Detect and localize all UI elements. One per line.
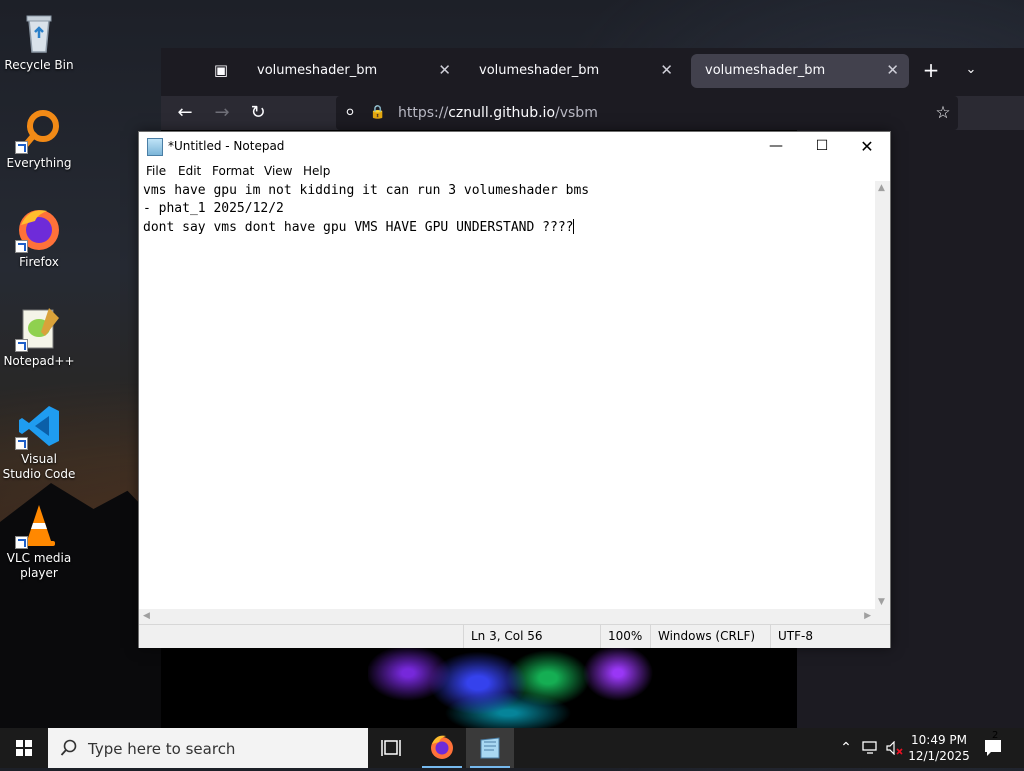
status-bar: Ln 3, Col 56 100% Windows (CRLF) UTF-8 <box>139 624 890 648</box>
title-bar[interactable]: *Untitled - Notepad — ☐ ✕ <box>139 132 890 161</box>
shortcut-arrow-icon <box>15 437 28 450</box>
shield-icon[interactable]: ⚪ <box>338 101 362 125</box>
notepad-app-icon <box>147 138 163 156</box>
task-view-button[interactable] <box>368 728 416 768</box>
firefox-icon <box>431 735 453 759</box>
search-placeholder: Type here to search <box>88 740 236 758</box>
desktop-icon-everything[interactable]: Everything <box>2 106 76 171</box>
menu-help[interactable]: Help <box>303 164 330 178</box>
start-button[interactable] <box>0 728 48 768</box>
close-tab-icon[interactable]: ✕ <box>886 61 899 79</box>
scroll-up-icon[interactable]: ▲ <box>878 183 885 193</box>
desktop-icon-notepadpp[interactable]: Notepad++ <box>2 304 76 369</box>
tab-label: volumeshader_bm <box>257 63 378 78</box>
shortcut-arrow-icon <box>15 141 28 154</box>
desktop-icon-recycle-bin[interactable]: Recycle Bin <box>2 8 76 73</box>
notification-count: 2 <box>992 730 999 741</box>
close-tab-icon[interactable]: ✕ <box>660 61 673 79</box>
menu-bar: File Edit Format View Help <box>139 161 890 181</box>
desktop-icon-vscode[interactable]: Visual Studio Code <box>2 402 76 482</box>
notification-center-button[interactable]: 2 <box>980 728 1008 768</box>
menu-file[interactable]: File <box>146 164 166 178</box>
desktop-icon-label: Notepad++ <box>3 354 75 368</box>
forward-arrow-icon[interactable]: → <box>210 101 234 125</box>
menu-view[interactable]: View <box>264 164 292 178</box>
network-icon[interactable] <box>860 728 882 768</box>
url-text[interactable]: https://cznull.github.io/vsbm <box>398 105 598 121</box>
desktop-icon-vlc[interactable]: VLC media player <box>2 501 76 581</box>
lock-icon[interactable]: 🔒 <box>366 101 390 125</box>
desktop-icon-label: Everything <box>6 156 72 170</box>
shortcut-arrow-icon <box>15 240 28 253</box>
bookmark-star-icon[interactable]: ☆ <box>931 101 955 125</box>
status-encoding: UTF-8 <box>770 625 890 648</box>
search-icon <box>60 739 77 756</box>
desktop-icon-label: VLC media player <box>6 551 72 580</box>
scroll-right-icon[interactable]: ▶ <box>864 611 871 621</box>
notepad-window: *Untitled - Notepad — ☐ ✕ File Edit Form… <box>138 131 891 648</box>
back-arrow-icon[interactable]: ← <box>173 101 197 125</box>
tab-3-active[interactable]: volumeshader_bm ✕ <box>691 54 909 88</box>
scroll-down-icon[interactable]: ▼ <box>878 597 885 607</box>
tab-label: volumeshader_bm <box>705 63 826 78</box>
shortcut-arrow-icon <box>15 339 28 352</box>
scrollbar-corner <box>875 609 890 624</box>
window-title: *Untitled - Notepad <box>168 139 285 153</box>
tab-2[interactable]: volumeshader_bm ✕ <box>465 54 683 88</box>
text-caret <box>573 219 575 234</box>
status-line-ending: Windows (CRLF) <box>650 625 770 648</box>
text-line-with-caret: dont say vms dont have gpu VMS HAVE GPU … <box>143 219 575 235</box>
new-tab-icon[interactable]: + <box>919 58 943 82</box>
task-view-icon <box>381 740 401 756</box>
scroll-left-icon[interactable]: ◀ <box>143 611 150 621</box>
vscode-icon <box>15 402 63 450</box>
taskbar-firefox[interactable] <box>418 728 466 768</box>
clock-date: 12/1/2025 <box>908 749 970 763</box>
list-tabs-chevron-icon[interactable]: ⌄ <box>959 58 983 82</box>
volume-muted-icon[interactable] <box>884 728 906 768</box>
taskbar-clock[interactable]: 10:49 PM 12/1/2025 <box>906 732 972 764</box>
close-tab-icon[interactable]: ✕ <box>438 61 451 79</box>
status-zoom: 100% <box>600 625 650 648</box>
recycle-bin-icon <box>15 8 63 56</box>
windows-logo-icon <box>16 740 32 756</box>
notepadpp-icon <box>15 304 63 352</box>
close-button[interactable]: ✕ <box>844 132 890 161</box>
horizontal-scrollbar[interactable]: ◀ ▶ <box>139 609 875 624</box>
firefox-icon <box>15 205 63 253</box>
text-line: vms have gpu im not kidding it can run 3… <box>143 183 590 198</box>
desktop-icon-label: Recycle Bin <box>4 58 74 72</box>
taskbar-search-box[interactable]: Type here to search <box>48 728 368 768</box>
maximize-button[interactable]: ☐ <box>799 132 845 161</box>
text-editor-area[interactable]: vms have gpu im not kidding it can run 3… <box>139 181 875 609</box>
taskbar-notepad[interactable] <box>466 728 514 768</box>
taskbar: Type here to search ⌃ 10:49 PM 12/1/2025… <box>0 728 1024 768</box>
navigation-toolbar: ← → ↻ ⚪ 🔒 https://cznull.github.io/vsbm … <box>161 96 1024 130</box>
reload-icon[interactable]: ↻ <box>246 101 270 125</box>
tab-strip: ▣ volumeshader_bm ✕ volumeshader_bm ✕ vo… <box>161 48 1024 92</box>
volumeshader-render <box>368 643 658 733</box>
desktop-icon-label: Visual Studio Code <box>2 452 76 481</box>
desktop-icon-label: Firefox <box>19 255 59 269</box>
status-position: Ln 3, Col 56 <box>463 625 599 648</box>
show-hidden-icons-chevron[interactable]: ⌃ <box>836 728 856 768</box>
minimize-button[interactable]: — <box>753 132 799 161</box>
shortcut-arrow-icon <box>15 536 28 549</box>
text-line: - phat_1 2025/12/2 <box>143 201 284 216</box>
desktop-icon-firefox[interactable]: Firefox <box>2 205 76 270</box>
clock-time: 10:49 PM <box>911 733 967 747</box>
firefox-view-icon[interactable]: ▣ <box>209 58 233 82</box>
vlc-cone-icon <box>15 501 63 549</box>
notepad-icon <box>480 737 500 759</box>
menu-edit[interactable]: Edit <box>178 164 201 178</box>
url-bar[interactable]: ⚪ 🔒 https://cznull.github.io/vsbm <box>336 96 958 130</box>
tab-label: volumeshader_bm <box>479 63 600 78</box>
vertical-scrollbar[interactable]: ▲ ▼ <box>875 181 890 609</box>
magnifier-icon <box>15 106 63 154</box>
menu-format[interactable]: Format <box>212 164 254 178</box>
tab-1[interactable]: volumeshader_bm ✕ <box>243 54 461 88</box>
